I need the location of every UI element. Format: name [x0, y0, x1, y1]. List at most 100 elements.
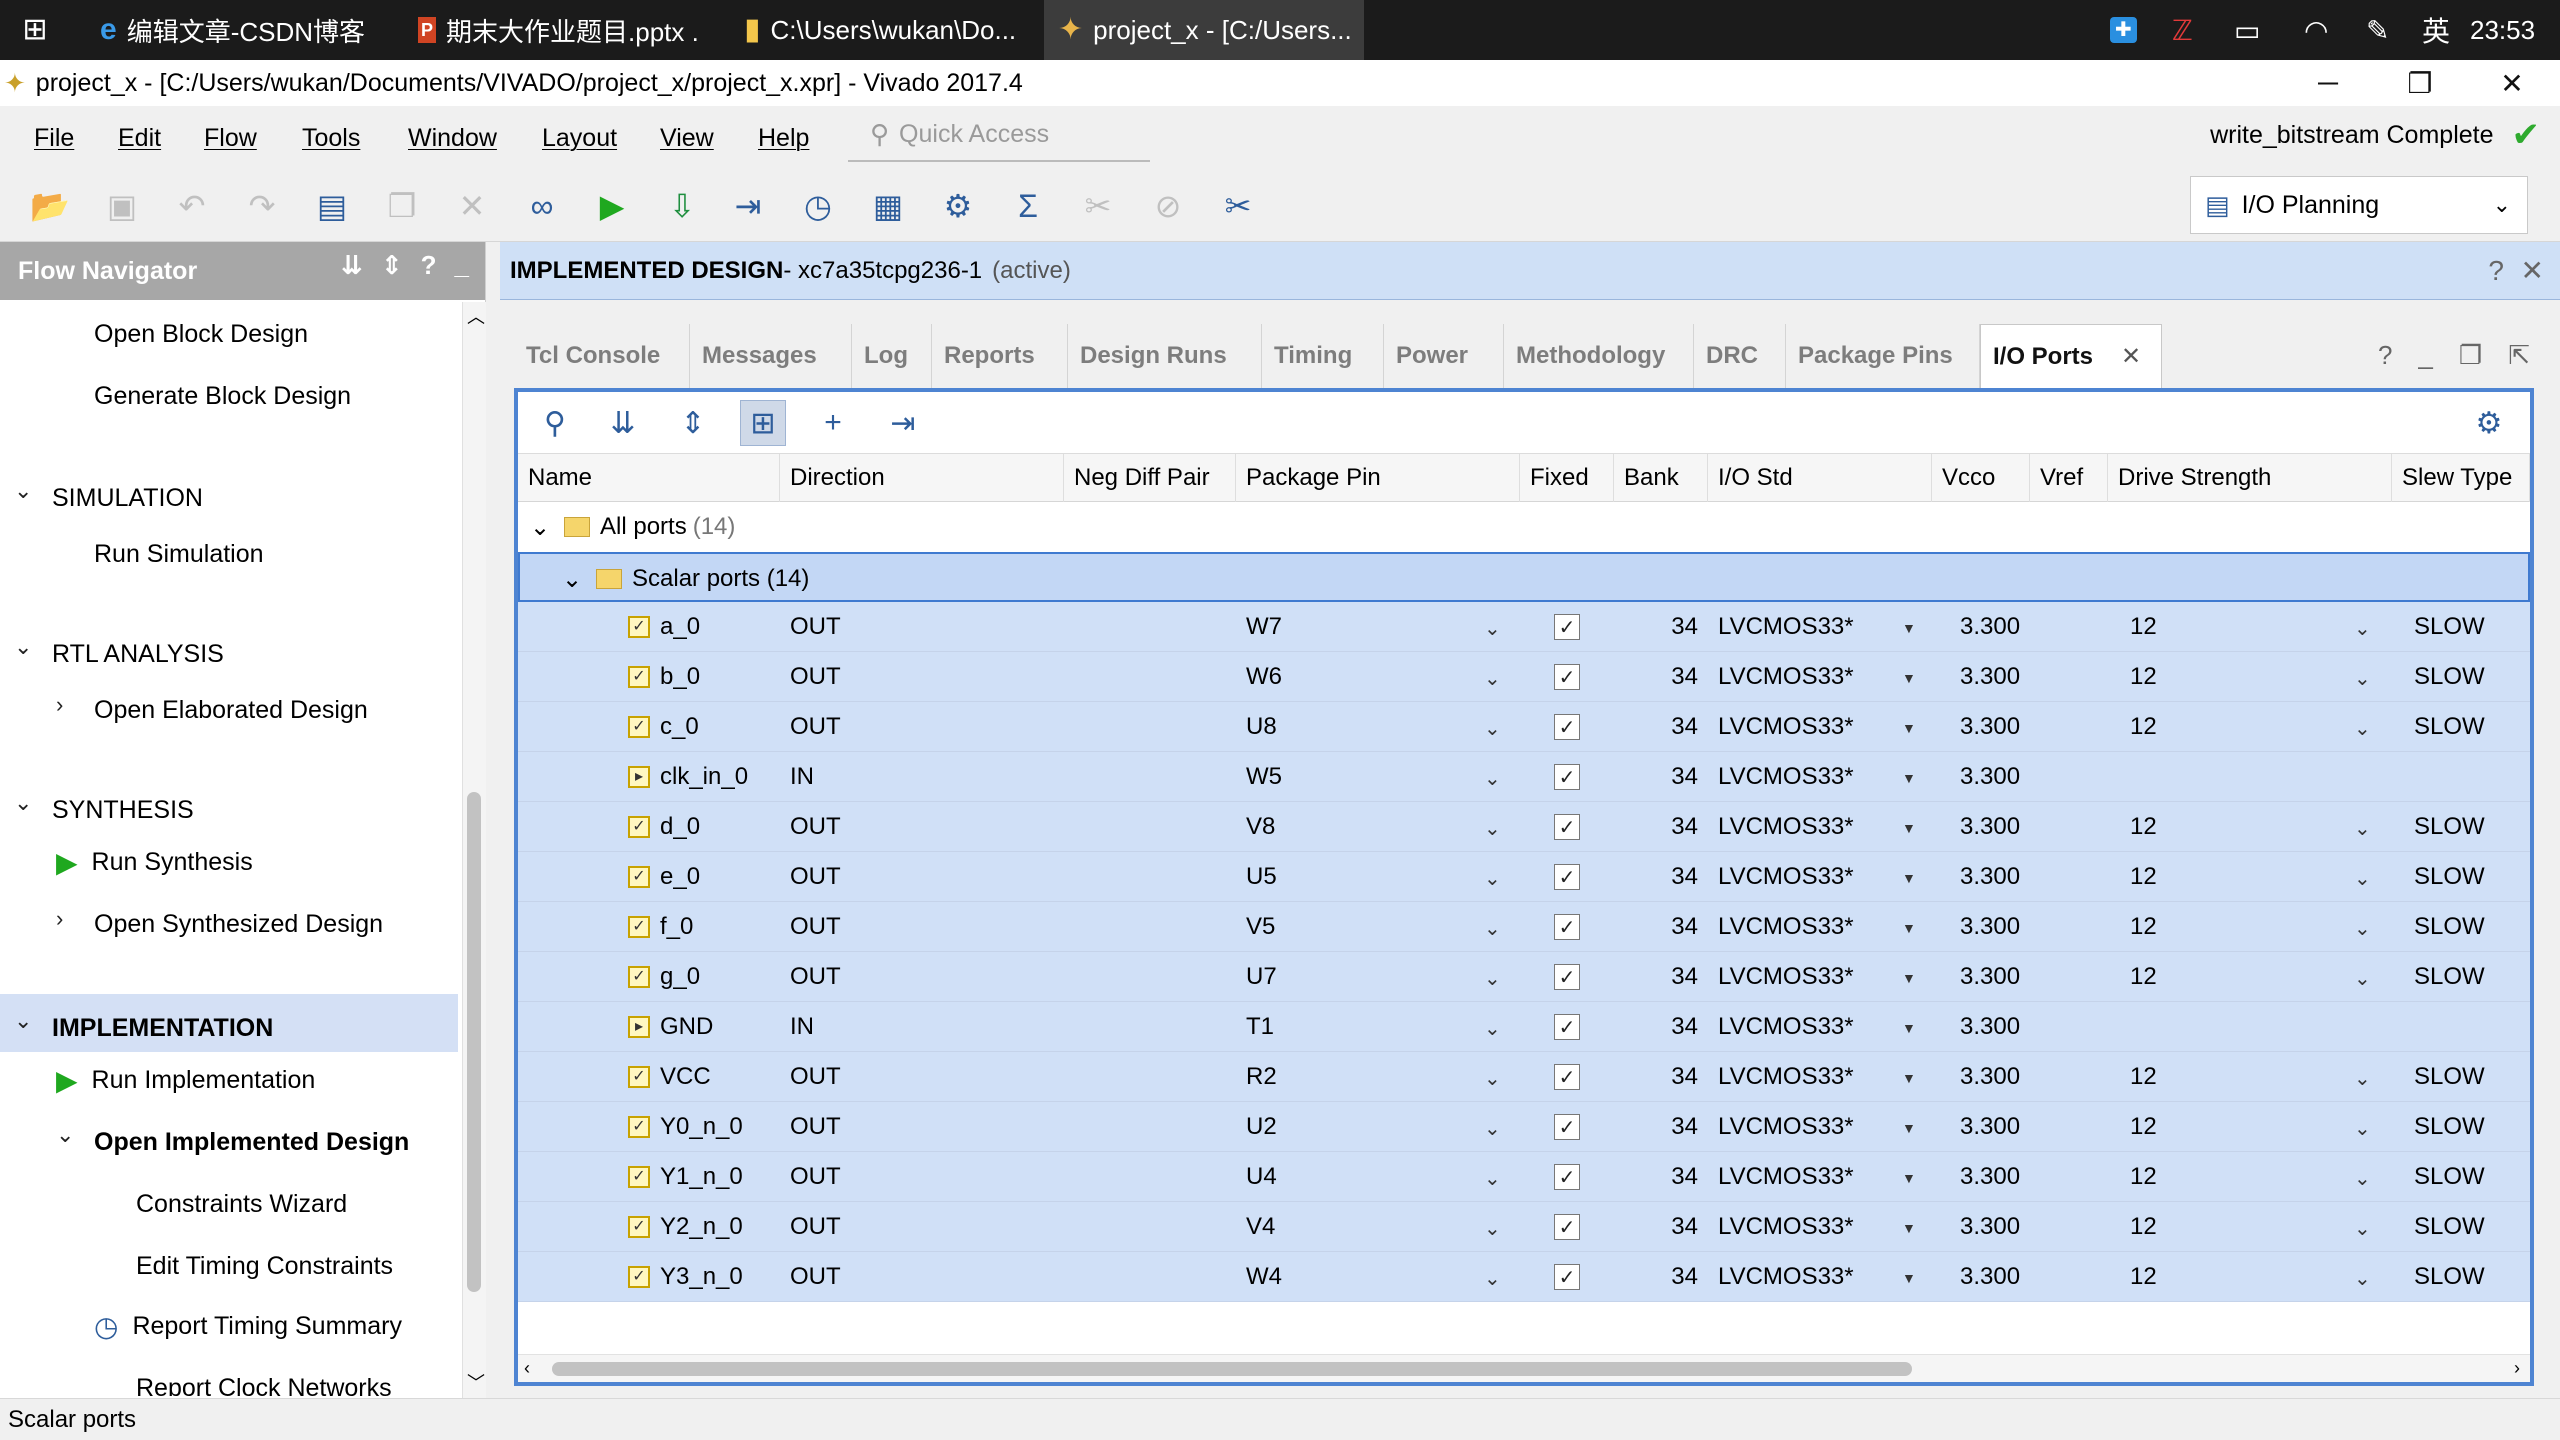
nav-report-clock-networks[interactable]: Report Clock Networks [136, 1374, 392, 1396]
save-icon[interactable]: ▣ [100, 184, 144, 228]
tab-log[interactable]: Log [852, 324, 932, 388]
table-row[interactable]: ▸ clk_in_0 IN W5 ⌄ ✓ 34 LVCMOS33* ▼ 3.300 [518, 752, 2530, 802]
drive-strength-cell[interactable]: 12 [2130, 1102, 2157, 1152]
col-io-std[interactable]: I/O Std [1708, 454, 1932, 502]
chevron-down-icon[interactable]: ⌄ [14, 790, 32, 816]
fixed-checkbox[interactable]: ✓ [1554, 1014, 1580, 1040]
dropdown-triangle-icon[interactable]: ▼ [1902, 1270, 1916, 1286]
fixed-checkbox[interactable]: ✓ [1554, 664, 1580, 690]
chevron-down-icon[interactable]: ⌄ [1484, 1116, 1501, 1141]
nav-section-implementation[interactable]: IMPLEMENTATION [52, 1014, 273, 1043]
slew-type-cell[interactable]: SLOW [2414, 1152, 2485, 1202]
tab-drc[interactable]: DRC [1694, 324, 1786, 388]
delete-icon[interactable]: ✕ [450, 184, 494, 228]
port-name-cell[interactable]: ✓ f_0 [628, 902, 693, 952]
chevron-down-icon[interactable]: ⌄ [14, 634, 32, 660]
dropdown-triangle-icon[interactable]: ▼ [1902, 670, 1916, 686]
col-fixed[interactable]: Fixed [1520, 454, 1614, 502]
nav-edit-timing-constraints[interactable]: Edit Timing Constraints [136, 1252, 393, 1281]
col-direction[interactable]: Direction [780, 454, 1064, 502]
table-row[interactable]: ✓ f_0 OUT V5 ⌄ ✓ 34 LVCMOS33* ▼ 3.300 12 ⌄ SLOW [518, 902, 2530, 952]
fixed-checkbox[interactable]: ✓ [1554, 614, 1580, 640]
port-name-cell[interactable]: ✓ Y1_n_0 [628, 1152, 743, 1202]
undo-icon[interactable]: ↶ [170, 184, 214, 228]
scrollbar-thumb[interactable] [467, 792, 481, 1292]
chevron-right-icon[interactable]: › [56, 692, 63, 718]
dropdown-triangle-icon[interactable]: ▼ [1902, 870, 1916, 886]
drive-strength-cell[interactable]: 12 [2130, 1052, 2157, 1102]
package-pin-cell[interactable]: U2 [1246, 1102, 1277, 1152]
chevron-down-icon[interactable]: ⌄ [1484, 1216, 1501, 1241]
drive-strength-cell[interactable]: 12 [2130, 602, 2157, 652]
port-name-cell[interactable]: ✓ VCC [628, 1052, 711, 1102]
col-slew-type[interactable]: Slew Type [2392, 454, 2530, 502]
chevron-down-icon[interactable]: ⌄ [1484, 1016, 1501, 1041]
menu-file[interactable]: File [34, 124, 74, 153]
nav-section-rtl-analysis[interactable]: RTL ANALYSIS [52, 640, 224, 669]
port-name-cell[interactable]: ✓ e_0 [628, 852, 700, 902]
find-icon[interactable]: ∞ [520, 184, 564, 228]
col-name[interactable]: Name [518, 454, 780, 502]
io-std-cell[interactable]: LVCMOS33* [1718, 802, 1854, 852]
tab-io-ports[interactable]: I/O Ports ✕ [1980, 324, 2162, 388]
drive-strength-cell[interactable]: 12 [2130, 952, 2157, 1002]
io-std-cell[interactable]: LVCMOS33* [1718, 602, 1854, 652]
chevron-down-icon[interactable]: ⌄ [1484, 966, 1501, 991]
drive-strength-cell[interactable]: 12 [2130, 852, 2157, 902]
menu-edit[interactable]: Edit [118, 124, 161, 153]
scrollbar-thumb[interactable] [552, 1362, 1912, 1376]
dropdown-triangle-icon[interactable]: ▼ [1902, 1120, 1916, 1136]
port-name-cell[interactable]: ✓ a_0 [628, 602, 700, 652]
chevron-down-icon[interactable]: ⌄ [1484, 866, 1501, 891]
package-pin-cell[interactable]: W4 [1246, 1252, 1282, 1302]
chevron-down-icon[interactable]: ⌄ [1484, 1066, 1501, 1091]
slew-type-cell[interactable]: SLOW [2414, 1202, 2485, 1252]
chevron-down-icon[interactable]: ⌄ [56, 1122, 74, 1148]
dropdown-triangle-icon[interactable]: ▼ [1902, 1020, 1916, 1036]
restore-icon[interactable]: ❐ [2459, 342, 2482, 368]
nav-report-timing-summary[interactable]: ◷ Report Timing Summary [94, 1312, 402, 1341]
chevron-down-icon[interactable]: ⌄ [2354, 1266, 2371, 1291]
nav-run-implementation[interactable]: ▶ Run Implementation [56, 1066, 315, 1095]
package-pin-cell[interactable]: T1 [1246, 1002, 1274, 1052]
sigma-icon[interactable]: Σ [1006, 184, 1050, 228]
autoconnect-icon[interactable]: ⇥ [726, 184, 770, 228]
dropdown-triangle-icon[interactable]: ▼ [1902, 1170, 1916, 1186]
dropdown-triangle-icon[interactable]: ▼ [1902, 1070, 1916, 1086]
taskbar-item-vivado[interactable]: ✦ project_x - [C:/Users... [1044, 0, 1364, 60]
chevron-down-icon[interactable]: ⌄ [562, 554, 582, 604]
table-row[interactable]: ✓ Y0_n_0 OUT U2 ⌄ ✓ 34 LVCMOS33* ▼ 3.300 12 ⌄ SLOW [518, 1102, 2530, 1152]
taskbar-item-csdn[interactable]: e 编辑文章-CSDN博客 ... [86, 0, 386, 60]
nav-open-synthesized-design[interactable]: Open Synthesized Design [94, 910, 383, 939]
search-icon[interactable]: ⚲ [532, 400, 578, 446]
run-icon[interactable]: ▶ [590, 184, 634, 228]
table-row[interactable]: ✓ Y2_n_0 OUT V4 ⌄ ✓ 34 LVCMOS33* ▼ 3.300 12 ⌄ SLOW [518, 1202, 2530, 1252]
chevron-down-icon[interactable]: ⌄ [2354, 616, 2371, 641]
clock[interactable]: 23:53 [2470, 0, 2535, 60]
layout-select[interactable]: ▤ I/O Planning ⌄ [2190, 176, 2528, 234]
table-row[interactable]: ✓ d_0 OUT V8 ⌄ ✓ 34 LVCMOS33* ▼ 3.300 12 ⌄ SLOW [518, 802, 2530, 852]
nav-section-simulation[interactable]: SIMULATION [52, 484, 203, 513]
report-icon[interactable]: ▤ [310, 184, 354, 228]
tab-package-pins[interactable]: Package Pins [1786, 324, 1980, 388]
dropdown-triangle-icon[interactable]: ▼ [1902, 920, 1916, 936]
close-tab-icon[interactable]: ✕ [2121, 344, 2141, 369]
io-std-cell[interactable]: LVCMOS33* [1718, 1102, 1854, 1152]
io-std-cell[interactable]: LVCMOS33* [1718, 702, 1854, 752]
io-std-cell[interactable]: LVCMOS33* [1718, 752, 1854, 802]
menu-view[interactable]: View [660, 124, 714, 153]
table-row[interactable]: ✓ VCC OUT R2 ⌄ ✓ 34 LVCMOS33* ▼ 3.300 12 ⌄ SLOW [518, 1052, 2530, 1102]
chevron-down-icon[interactable]: ⌄ [2354, 716, 2371, 741]
menu-layout[interactable]: Layout [542, 124, 617, 153]
nav-section-synthesis[interactable]: SYNTHESIS [52, 796, 194, 825]
menu-help[interactable]: Help [758, 124, 809, 153]
chevron-down-icon[interactable]: ⌄ [1484, 916, 1501, 941]
quick-access-search[interactable]: ⚲ Quick Access [848, 108, 1150, 162]
io-std-cell[interactable]: LVCMOS33* [1718, 902, 1854, 952]
collapse-all-icon[interactable]: ⇊ [341, 252, 363, 278]
io-std-cell[interactable]: LVCMOS33* [1718, 1252, 1854, 1302]
tool-disabled-icon[interactable]: ✂ [1076, 184, 1120, 228]
nav-run-simulation[interactable]: Run Simulation [94, 540, 264, 569]
tab-power[interactable]: Power [1384, 324, 1504, 388]
col-package-pin[interactable]: Package Pin [1236, 454, 1520, 502]
